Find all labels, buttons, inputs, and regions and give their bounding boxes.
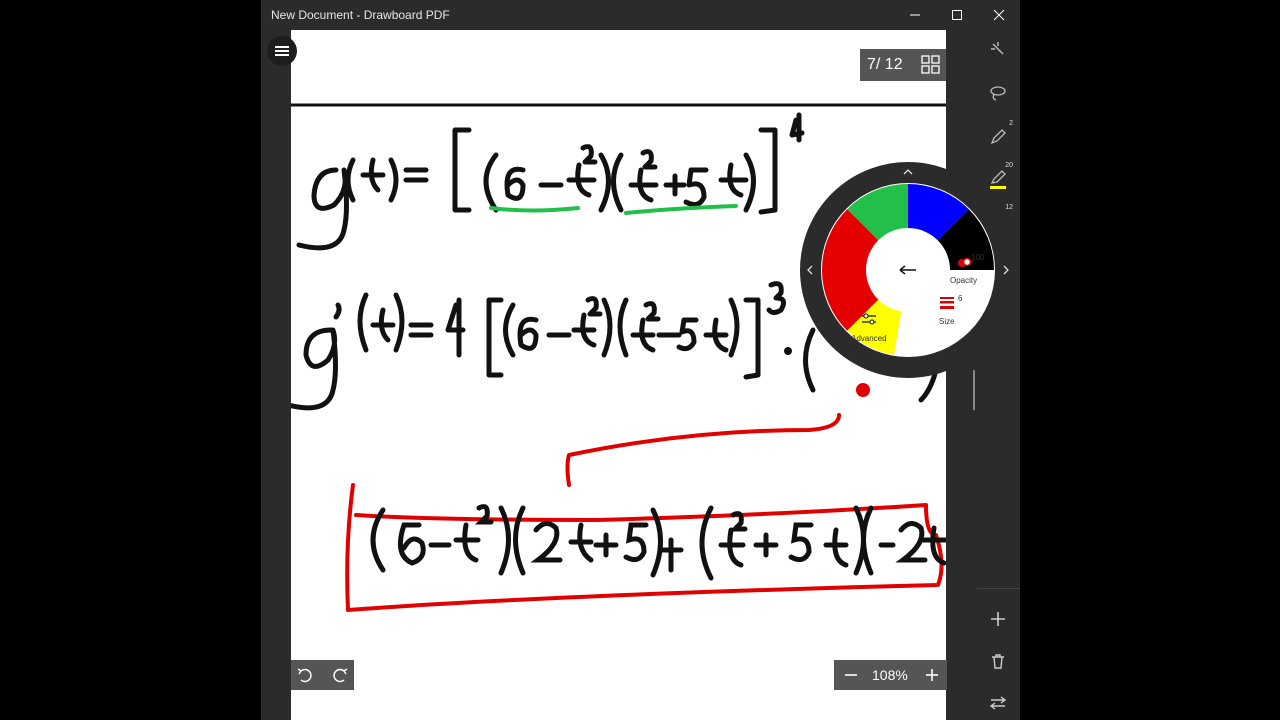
ink-green-underlines	[489, 204, 738, 215]
size-lines-icon-mid	[940, 301, 954, 304]
pen-size: 2	[1009, 120, 1013, 127]
delete-button[interactable]	[977, 642, 1020, 682]
add-button[interactable]	[977, 600, 1020, 640]
plus-icon	[991, 612, 1005, 626]
redo-button[interactable]	[324, 660, 354, 690]
close-icon	[993, 9, 1005, 21]
maximize-icon	[952, 10, 962, 20]
app-window: New Document - Drawboard PDF 7/ 12 2 20 …	[261, 0, 1020, 720]
hamburger-icon	[275, 46, 289, 48]
sliders-icon-knob-b	[869, 319, 875, 325]
undo-icon	[297, 668, 312, 683]
size-lines-icon	[940, 297, 954, 299]
select-tool[interactable]	[977, 30, 1020, 70]
swap-arrows-icon	[989, 696, 1007, 710]
opacity-icon-ring	[962, 257, 972, 267]
maximize-button[interactable]	[936, 0, 978, 30]
pen-icon	[990, 129, 1006, 145]
zoom-out-button[interactable]	[836, 660, 866, 690]
zoom-level: 108%	[872, 667, 908, 683]
opacity-value: 100	[971, 253, 985, 262]
ink-red-annotation	[345, 383, 944, 612]
zoom-in-button[interactable]	[917, 660, 947, 690]
size-lines-icon-thick	[940, 306, 954, 309]
grid-view-icon[interactable]	[921, 55, 941, 75]
trash-icon	[992, 654, 1004, 669]
undo-button[interactable]	[291, 660, 321, 690]
opacity-label[interactable]: Opacity	[950, 276, 977, 285]
undo-redo-group	[291, 660, 354, 690]
size-label[interactable]: Size	[939, 317, 955, 326]
redo-icon	[333, 668, 348, 683]
page-indicator[interactable]: 7/ 12	[860, 49, 946, 81]
zoom-control: 108%	[834, 660, 947, 690]
size-value: 6	[958, 294, 963, 303]
swap-button[interactable]	[977, 684, 1020, 720]
minimize-button[interactable]	[894, 0, 936, 30]
lasso-tool[interactable]	[977, 74, 1020, 114]
page-number: 7/ 12	[867, 56, 903, 73]
window-title: New Document - Drawboard PDF	[271, 8, 450, 22]
minimize-icon	[910, 14, 920, 16]
radial-color-menu[interactable]: 100 Opacity 6 Size Advanced	[798, 160, 1018, 380]
close-button[interactable]	[978, 0, 1020, 30]
title-bar: New Document - Drawboard PDF	[261, 0, 1020, 30]
lasso-icon	[990, 86, 1006, 101]
selection-sparkle-icon	[991, 42, 1004, 55]
hamburger-icon-line	[275, 54, 289, 56]
sliders-icon-knob-a	[863, 313, 869, 319]
plus-icon	[926, 669, 938, 681]
pen-tool[interactable]: 2	[977, 118, 1020, 158]
minus-icon	[845, 674, 857, 676]
hamburger-menu-button[interactable]	[267, 36, 297, 66]
advanced-label[interactable]: Advanced	[851, 334, 887, 343]
hamburger-icon-line	[275, 50, 289, 52]
toolbar-divider	[977, 588, 1020, 589]
